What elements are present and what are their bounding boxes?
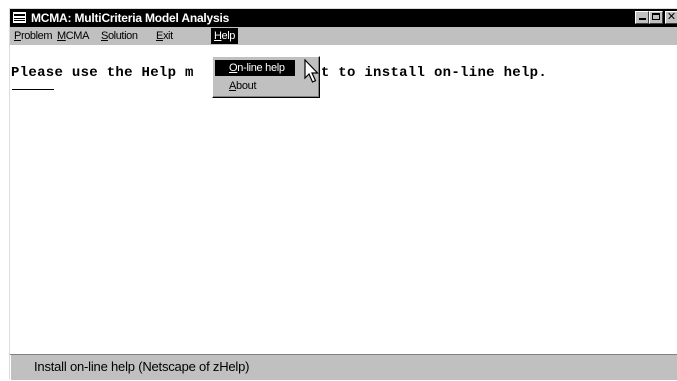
close-button[interactable]: ✕	[665, 11, 677, 24]
about-mnemonic: A	[229, 80, 237, 92]
menu-problem-label: roblem	[20, 30, 53, 42]
menu-mcma[interactable]: MCMA	[54, 28, 92, 44]
maximize-icon	[652, 13, 660, 20]
menu-bar: Problem MCMA Solution Exit Help	[10, 27, 677, 45]
menu-help-label: elp	[221, 30, 236, 42]
mouse-pointer-icon	[304, 59, 319, 83]
menu-exit-label: xit	[162, 30, 173, 42]
app-window: MCMA: MultiCriteria Model Analysis ✕ Pro…	[9, 8, 677, 381]
menu-item-about[interactable]: About	[215, 78, 295, 94]
main-text-area[interactable]: Please use the Help m want to install on-…	[10, 45, 677, 354]
online-help-label: n-line help	[237, 62, 285, 74]
status-text: Install on-line help (Netscape of zHelp)	[34, 359, 250, 374]
menu-exit[interactable]: Exit	[153, 28, 176, 44]
menu-help-mnemonic: H	[214, 30, 222, 42]
status-bar-edge	[10, 355, 11, 381]
menu-solution-label: olution	[107, 30, 138, 42]
menu-solution-mnemonic: S	[101, 30, 108, 42]
help-message-start: Please use the Help m	[11, 65, 194, 81]
title-bar[interactable]: MCMA: MultiCriteria Model Analysis ✕	[10, 9, 677, 27]
menu-solution[interactable]: Solution	[98, 28, 141, 44]
maximize-button[interactable]	[649, 11, 663, 24]
minimize-icon	[638, 18, 646, 20]
menu-problem[interactable]: Problem	[11, 28, 55, 44]
menu-mcma-mnemonic: M	[57, 30, 66, 42]
help-message-end: want to install on-line help.	[294, 65, 548, 81]
text-cursor-underline	[12, 89, 54, 90]
window-title: MCMA: MultiCriteria Model Analysis	[31, 11, 230, 25]
menu-help[interactable]: Help	[211, 28, 239, 44]
menu-item-online-help[interactable]: On-line help	[215, 60, 295, 76]
about-label: bout	[236, 80, 257, 92]
minimize-button[interactable]	[635, 11, 649, 24]
menu-exit-mnemonic: E	[156, 30, 163, 42]
close-icon: ✕	[666, 10, 677, 23]
menu-mcma-label: CMA	[65, 30, 90, 42]
status-bar: Install on-line help (Netscape of zHelp)	[10, 354, 677, 381]
app-menu-icon[interactable]	[13, 12, 26, 23]
menu-problem-mnemonic: P	[14, 30, 21, 42]
